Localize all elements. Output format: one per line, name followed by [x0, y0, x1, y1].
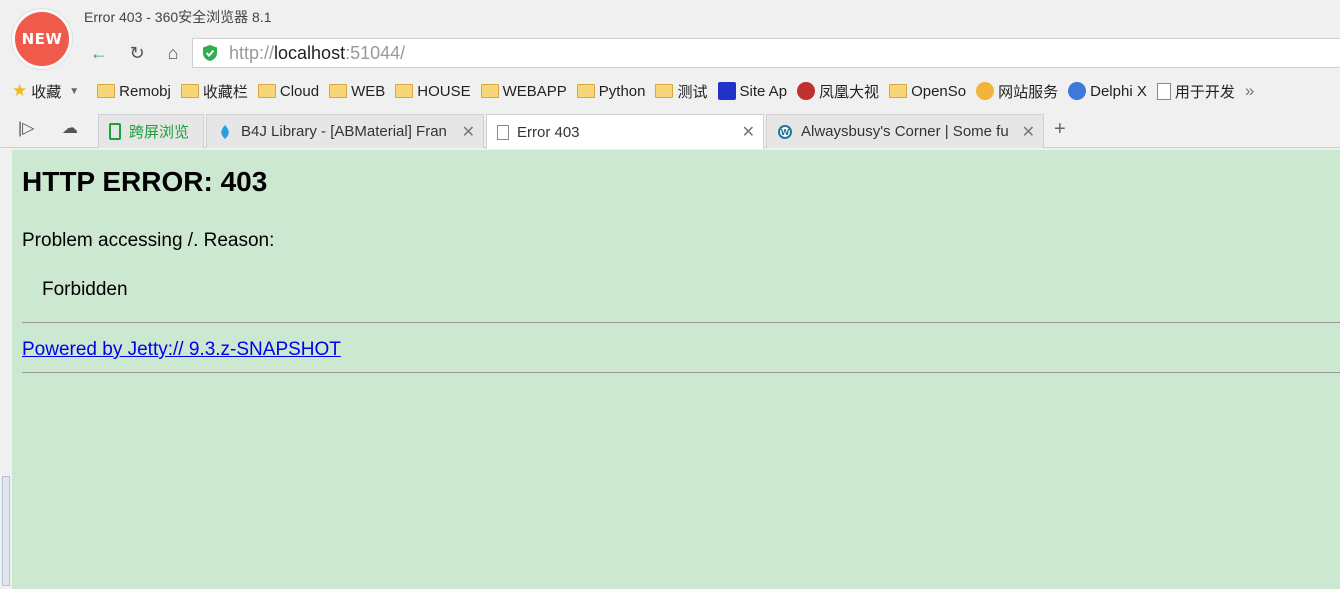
phone-icon [109, 123, 121, 140]
star-icon: ★ [12, 81, 28, 100]
phoenix-icon [797, 82, 816, 100]
bookmark-label: WEB [351, 82, 386, 100]
bookmark-label: 收藏栏 [202, 83, 248, 101]
url-host: localhost [274, 42, 346, 63]
close-icon[interactable]: ✕ [1017, 121, 1035, 142]
window-title: Error 403 - 360安全浏览器 8.1 [84, 9, 272, 25]
bookmark-label: HOUSE [417, 82, 471, 100]
bookmark-remobj[interactable]: Remobj [97, 83, 171, 100]
more-bookmarks-icon[interactable]: » [1245, 81, 1254, 101]
address-bar[interactable]: http://localhost:51044/ [192, 38, 1340, 68]
delphi-icon [1068, 82, 1087, 100]
divider [22, 322, 1340, 323]
bookmark-label: Site Ap [739, 82, 788, 100]
logo-text: NEW [21, 30, 63, 48]
url-text[interactable]: http://localhost:51044/ [229, 43, 405, 64]
wordpress-icon: W [777, 124, 793, 140]
reload-button[interactable]: ↻ [120, 38, 154, 68]
problem-text: Problem accessing /. Reason: [22, 230, 275, 251]
new-tab-button[interactable]: + [1054, 118, 1066, 141]
bookmark-favorites-bar[interactable]: 收藏栏 [180, 81, 248, 102]
folder-icon [257, 84, 276, 98]
back-button[interactable]: ← [82, 38, 116, 68]
bookmark-label: Python [598, 82, 646, 100]
bookmark-label: Remobj [119, 82, 171, 100]
folder-icon [395, 84, 414, 98]
sidebar-scrollbar[interactable] [2, 476, 10, 586]
home-button[interactable]: ⌂ [156, 38, 190, 68]
page-icon [1156, 82, 1171, 100]
title-bar: Error 403 - 360安全浏览器 8.1 [0, 0, 1340, 36]
reason-text: Forbidden [42, 279, 128, 300]
folder-icon [889, 84, 908, 98]
close-icon[interactable]: ✕ [457, 121, 475, 142]
bookmark-web[interactable]: WEB [329, 83, 385, 100]
bookmark-delphi[interactable]: Delphi X [1068, 82, 1147, 100]
service-icon [976, 82, 995, 100]
tab-error-403[interactable]: Error 403 ✕ [486, 114, 764, 149]
bookmark-label: Delphi X [1090, 82, 1147, 100]
tab-cross-screen[interactable]: 跨屏浏览 [98, 114, 204, 148]
browser-logo[interactable]: NEW [12, 9, 72, 69]
page-content: HTTP ERROR: 403 Problem accessing /. Rea… [12, 150, 1340, 589]
bookmark-label: Cloud [279, 82, 320, 100]
close-icon[interactable]: ✕ [742, 122, 755, 142]
sidebar-toggle-icon[interactable]: |▷ [18, 118, 34, 138]
bookmark-test[interactable]: 测试 [655, 81, 708, 102]
folder-icon [655, 84, 674, 98]
folder-icon [180, 84, 199, 98]
url-scheme: http:// [229, 42, 275, 63]
tab-alwaysbusy[interactable]: W Alwaysbusy's Corner | Some fu ✕ [766, 114, 1044, 148]
tab-label: 跨屏浏览 [129, 124, 190, 141]
url-port: :51044/ [345, 42, 406, 63]
error-heading: HTTP ERROR: 403 [22, 166, 268, 197]
folder-icon [576, 84, 595, 98]
bookmark-label: WEBAPP [502, 82, 567, 100]
bookmark-openso[interactable]: OpenSo [889, 83, 966, 100]
svg-text:W: W [781, 128, 790, 137]
tab-b4j-library[interactable]: B4J Library - [ABMaterial] Fran ✕ [206, 114, 484, 148]
bookmark-label: 用于开发 [1174, 83, 1235, 101]
bookmark-cloud[interactable]: Cloud [257, 82, 320, 100]
folder-icon [329, 84, 348, 98]
bookmark-phoenix[interactable]: 凤凰大视 [797, 81, 879, 102]
bookmark-label: OpenSo [911, 82, 967, 100]
tab-label: Error 403 [517, 123, 580, 141]
bookmark-web-services[interactable]: 网站服务 [976, 81, 1058, 102]
powered-by-link[interactable]: Powered by Jetty:// 9.3.z-SNAPSHOT [22, 339, 341, 361]
bookmark-label: 网站服务 [998, 83, 1059, 101]
cloud-icon[interactable]: ☁ [62, 118, 78, 138]
bookmark-label: 收藏 [31, 83, 62, 101]
tab-bar: |▷ ☁ 跨屏浏览 B4J Library - [ABMaterial] Fra… [0, 110, 1340, 149]
tab-label: B4J Library - [ABMaterial] Fran [241, 123, 447, 140]
page-icon [497, 124, 509, 140]
shield-icon [201, 44, 219, 62]
bookmarks-bar: ★ 收藏 ▼ Remobj 收藏栏 Cloud WEB HOUSE WEBAPP… [0, 74, 1340, 108]
b4j-icon [217, 124, 233, 140]
divider [22, 372, 1340, 373]
bookmark-dev[interactable]: 用于开发 [1156, 81, 1235, 102]
folder-icon [480, 84, 499, 98]
bookmark-house[interactable]: HOUSE [395, 82, 471, 100]
bookmark-python[interactable]: Python [576, 82, 646, 100]
bookmark-webapp[interactable]: WEBAPP [480, 82, 567, 100]
folder-icon [97, 84, 116, 98]
bookmark-favorites[interactable]: ★ 收藏 ▼ [12, 81, 87, 102]
bookmark-site-ap[interactable]: Site Ap [717, 82, 788, 100]
tab-label: Alwaysbusy's Corner | Some fu [801, 123, 1009, 140]
bookmark-label: 凤凰大视 [819, 83, 880, 101]
chevron-down-icon[interactable]: ▼ [69, 86, 79, 97]
paw-icon [717, 82, 736, 100]
bookmark-label: 测试 [677, 83, 708, 101]
navigation-bar: ← ↻ ⌂ http://localhost:51044/ [82, 36, 1340, 70]
